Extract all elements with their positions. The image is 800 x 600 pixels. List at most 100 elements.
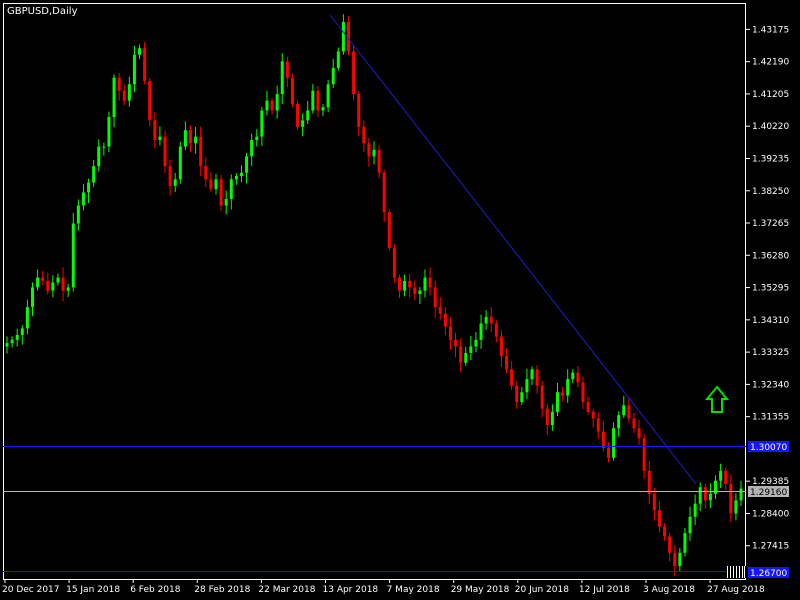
candle [438,297,442,320]
candle [703,483,707,509]
candle-body-bull [418,290,422,294]
candle-body-bear [168,166,172,186]
candle-body-bear [581,382,585,403]
candle-body-bear [591,411,595,419]
candle-body-bull [719,470,723,481]
candle-body-bull [306,110,310,121]
candle [413,280,417,301]
candle [280,53,284,104]
candle [550,404,554,431]
candle-body-bear [209,179,213,190]
candle [245,152,249,184]
candle [591,408,595,428]
candle-body-bear [163,136,167,167]
candle [229,174,233,210]
candle [377,144,381,179]
candle-body-bear [576,372,580,383]
candle [668,532,672,562]
candle-body-bear [494,323,498,337]
candle [734,493,738,521]
candle-body-bull [484,316,488,324]
candle [474,331,478,353]
candle [678,547,682,572]
candle-body-bull [158,136,162,140]
candle-body-bull [112,77,116,118]
candle-body-bull [464,352,468,363]
candle [505,348,509,374]
candle-body-bear [143,48,147,81]
candle [683,527,687,557]
candle [362,120,366,152]
candle-body-bear [316,90,320,111]
candle [596,412,600,439]
candle [418,287,422,304]
candle [311,84,315,114]
candle [657,501,661,533]
candle-body-bull [275,94,279,111]
candle [652,488,656,521]
candle [357,91,361,136]
y-tick-label: 1.34310 [752,316,789,326]
candle [586,396,590,415]
candle-body-bull [693,503,697,517]
candle [423,269,427,298]
candle [347,16,351,56]
candle-body-bull [239,172,243,177]
candle [520,387,524,405]
candle-body-bull [245,156,249,173]
candle [433,281,437,318]
candle [443,306,447,336]
y-axis: 1.43175 1.42190 1.41205 1.40220 1.39235 1.382… [746,25,789,552]
trendline[interactable] [329,14,697,485]
candle [408,273,412,298]
candle [46,272,50,295]
candle-body-bull [617,415,621,429]
candle [331,58,335,89]
candle [204,157,208,188]
candle [66,283,70,297]
candle [729,474,733,523]
candle-body-bear [122,90,126,101]
y-tick-label: 1.37265 [752,219,789,229]
candle-body-bear [433,287,437,308]
candle [459,338,463,373]
candle-body-bull [734,500,738,514]
candle-body-bull [474,339,478,347]
arrow-up-icon[interactable] [704,385,730,413]
candle-body-bear [724,470,728,484]
candle [87,178,91,204]
candle [321,104,325,117]
candle [464,346,468,366]
candle [255,129,259,147]
x-tick-label: 12 Jul 2018 [579,585,630,595]
candle-body-bull [229,179,233,199]
candle-body-bear [663,526,667,537]
candle-body-bear [627,405,631,419]
candle-body-bull [556,392,559,412]
candle-body-bull [698,487,702,504]
candles-layer [5,14,743,577]
candle-body-bear [647,470,651,494]
candle [397,274,401,299]
candle-body-bear [392,248,396,278]
candle-body-bull [5,343,9,347]
candle [642,433,646,479]
scroll-marker-icon [726,566,746,578]
candle [494,320,498,343]
candle [556,382,559,416]
candle-body-bear [270,100,274,111]
y-tick-label: 1.36280 [752,251,789,261]
candle-body-bull [612,428,616,458]
candle [627,398,631,424]
candle-body-bear [632,418,636,429]
candle [138,44,142,60]
candle-body-bear [448,326,452,340]
candle [10,336,14,348]
candle [688,506,692,541]
candle [112,74,116,128]
candle [428,267,432,296]
candle-body-bull [265,100,269,111]
price-chart[interactable]: GBPUSD,Daily 1.43175 1.42190 1.41205 1.4022… [0,0,800,600]
y-tick-label: 1.35295 [752,284,789,294]
candle [612,422,616,461]
